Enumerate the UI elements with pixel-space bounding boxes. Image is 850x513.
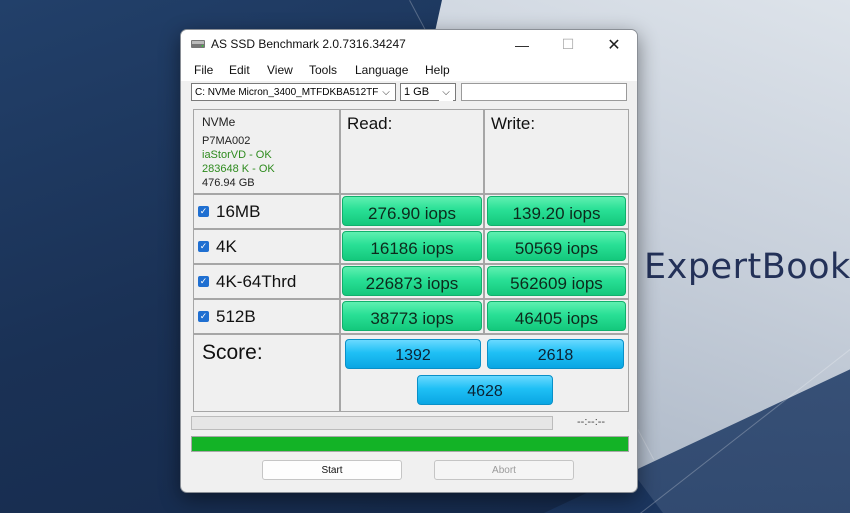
read-header-cell: Read: (340, 109, 484, 194)
step-progress-bar (191, 416, 553, 430)
write-result: 562609 iops (487, 266, 626, 296)
write-header: Write: (491, 114, 536, 133)
read-result: 226873 iops (342, 266, 482, 296)
menu-file[interactable]: File (194, 63, 213, 77)
test-row-16mb: ✓ 16MB (193, 194, 340, 229)
window-title: AS SSD Benchmark 2.0.7316.34247 (211, 37, 406, 51)
test-row-512b: ✓ 512B (193, 299, 340, 334)
drive-icon (191, 40, 205, 48)
write-result: 50569 iops (487, 231, 626, 261)
menu-language[interactable]: Language (355, 63, 408, 77)
drive-firmware: P7MA002 (202, 135, 251, 147)
test-label: 4K-64Thrd (216, 272, 297, 291)
menu-help[interactable]: Help (425, 63, 450, 77)
close-button[interactable]: ✕ (591, 30, 637, 59)
write-result: 139.20 iops (487, 196, 626, 226)
write-header-cell: Write: (484, 109, 629, 194)
chevron-down-icon: ⌵ (439, 84, 453, 101)
write-result: 46405 iops (487, 301, 626, 331)
minimize-button[interactable]: — (499, 30, 545, 59)
read-header: Read: (347, 114, 393, 133)
drive-type: NVMe (202, 115, 236, 129)
menu-bar: File Edit View Tools Language Help (181, 59, 637, 81)
elapsed-time: --:--:-- (577, 416, 606, 428)
menu-view[interactable]: View (267, 63, 293, 77)
driver-status: iaStorVD - OK (202, 149, 272, 161)
menu-edit[interactable]: Edit (229, 63, 250, 77)
read-result: 38773 iops (342, 301, 482, 331)
total-score: 4628 (417, 375, 553, 405)
total-progress-bar (191, 436, 629, 452)
drive-capacity: 476.94 GB (202, 177, 255, 189)
test-label: 16MB (216, 202, 261, 221)
checkbox-4k[interactable]: ✓ (198, 241, 209, 252)
alignment-status: 283648 K - OK (202, 163, 275, 175)
checkbox-4k-64thrd[interactable]: ✓ (198, 276, 209, 287)
total-progress-fill (192, 437, 628, 451)
drive-select[interactable]: C: NVMe Micron_3400_MTFDKBA512TFH ⌵ (191, 83, 396, 101)
chevron-down-icon: ⌵ (379, 84, 393, 100)
write-score: 2618 (487, 339, 624, 369)
test-row-4k-64thrd: ✓ 4K-64Thrd (193, 264, 340, 299)
read-result: 276.90 iops (342, 196, 482, 226)
test-size-value: 1 GB (404, 86, 430, 98)
checkbox-16mb[interactable]: ✓ (198, 206, 209, 217)
test-size-select[interactable]: 1 GB ⌵ (400, 83, 456, 101)
app-window: AS SSD Benchmark 2.0.7316.34247 — ☐ ✕ Fi… (180, 29, 638, 493)
maximize-button[interactable]: ☐ (545, 30, 591, 59)
drive-select-value: C: NVMe Micron_3400_MTFDKBA512TFH (195, 87, 386, 98)
read-result: 16186 iops (342, 231, 482, 261)
read-score: 1392 (345, 339, 481, 369)
score-label: Score: (202, 341, 263, 364)
checkbox-512b[interactable]: ✓ (198, 311, 209, 322)
menu-tools[interactable]: Tools (309, 63, 337, 77)
drive-info-panel: NVMe P7MA002 iaStorVD - OK 283648 K - OK… (193, 109, 340, 194)
brand-logo-text: ExpertBook (644, 247, 850, 287)
test-row-4k: ✓ 4K (193, 229, 340, 264)
test-label: 4K (216, 237, 237, 256)
abort-button[interactable]: Abort (434, 460, 574, 480)
extra-input[interactable] (461, 83, 627, 101)
test-label: 512B (216, 307, 256, 326)
title-bar[interactable]: AS SSD Benchmark 2.0.7316.34247 — ☐ ✕ (181, 30, 637, 59)
start-button[interactable]: Start (262, 460, 402, 480)
